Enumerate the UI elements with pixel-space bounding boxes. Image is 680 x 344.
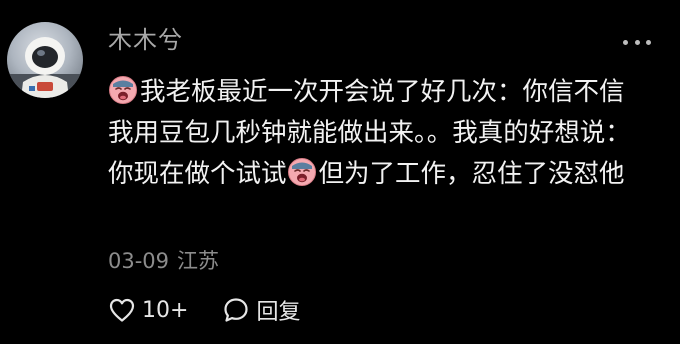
speech-bubble-icon [224,298,249,322]
crying-emoji-icon [109,76,137,104]
more-dot [646,39,651,45]
comment-item: 木木兮 我老板最近一次开会说了好几次：你信不信 我用豆包几秒钟就能做出来。。我真… [0,0,680,344]
username[interactable]: 木木兮 [108,24,183,56]
more-options-button[interactable] [621,34,653,50]
comment-date: 03-09 [108,249,170,273]
more-dots-icon [623,39,628,45]
like-button[interactable]: 10+ [108,297,188,323]
comment-text: 我老板最近一次开会说了好几次：你信不信 我用豆包几秒钟就能做出来。。我真的好想说… [108,72,656,195]
heart-outline-icon [109,298,135,322]
more-dot [634,39,640,45]
astronaut-avatar-image [7,37,83,98]
comment-actions: 10+ 回复 [108,292,300,328]
reply-label: 回复 [256,300,301,325]
like-count: 10+ [142,297,189,323]
crying-emoji-icon [287,158,316,186]
reply-button[interactable]: 回复 [222,294,300,326]
avatar[interactable] [7,22,83,98]
comment-text-part2: 但为了工作，忍住了没怼他 [318,159,625,189]
comment-meta: 03-09 江苏 [108,246,219,276]
comment-location: 江苏 [177,249,220,273]
